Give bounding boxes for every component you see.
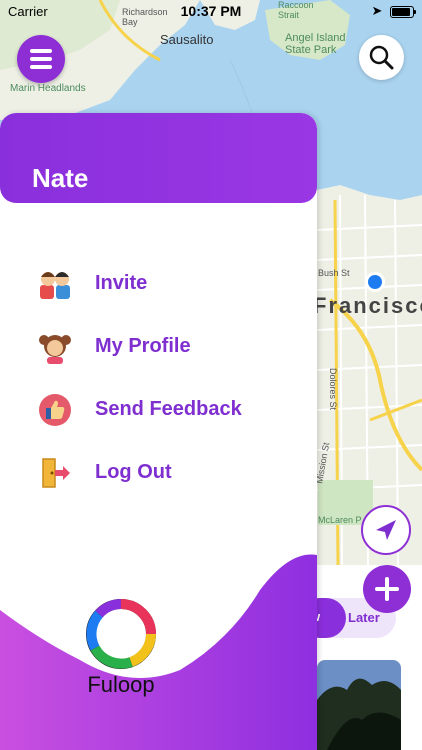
locate-me-button[interactable]	[361, 505, 411, 555]
menu-item-label: Log Out	[95, 461, 172, 483]
search-button[interactable]	[359, 35, 404, 80]
menu-line-icon	[30, 57, 52, 61]
search-icon	[369, 45, 394, 70]
drawer-header: Nate	[0, 113, 317, 203]
fuloop-logo: Fuloop	[85, 598, 157, 698]
menu-item-my-profile[interactable]: My Profile	[0, 322, 317, 372]
map-label-bush-st: Bush St	[318, 268, 350, 278]
map-label-mclaren: McLaren P	[318, 515, 362, 525]
map-label-francisco: Francisco	[313, 293, 422, 318]
profile-girl-icon	[39, 335, 71, 364]
photo-card[interactable]	[317, 660, 401, 750]
menu-line-icon	[30, 65, 52, 69]
menu-item-label: My Profile	[95, 335, 191, 357]
navigation-arrow-icon	[376, 520, 396, 540]
location-arrow-icon: ➤	[371, 3, 383, 18]
menu-item-invite[interactable]: Invite	[0, 259, 317, 309]
status-right: ➤	[371, 3, 416, 19]
hamburger-menu-button[interactable]	[17, 35, 65, 83]
menu-line-icon	[30, 49, 52, 53]
map-label-dolores-st: Dolores St	[328, 367, 339, 411]
side-drawer: Nate Invite My Profile Send Feedback Log…	[0, 113, 317, 750]
fuloop-ring-icon	[86, 599, 156, 669]
map-label-sausalito: Sausalito	[160, 32, 214, 47]
status-bar: Carrier 10:37 PM ➤	[0, 0, 422, 22]
drawer-wave-decoration	[0, 554, 317, 750]
add-button[interactable]	[363, 565, 411, 613]
menu-item-send-feedback[interactable]: Send Feedback	[0, 385, 317, 435]
segment-later[interactable]: Later	[348, 610, 380, 625]
tree-photo	[317, 660, 401, 750]
battery-icon	[390, 5, 416, 18]
thumbs-up-icon	[39, 394, 71, 426]
map-label-marin-headlands: Marin Headlands	[10, 83, 86, 94]
invite-friends-icon	[40, 272, 70, 299]
logo-wordmark: Fuloop	[87, 672, 155, 697]
user-name: Nate	[32, 163, 89, 193]
status-time: 10:37 PM	[180, 3, 242, 19]
menu-item-label: Send Feedback	[95, 398, 242, 420]
menu-item-log-out[interactable]: Log Out	[0, 448, 317, 498]
map-label-angel-island: Angel Island State Park	[285, 32, 346, 56]
logout-door-icon	[42, 458, 70, 488]
menu-item-label: Invite	[95, 272, 148, 294]
